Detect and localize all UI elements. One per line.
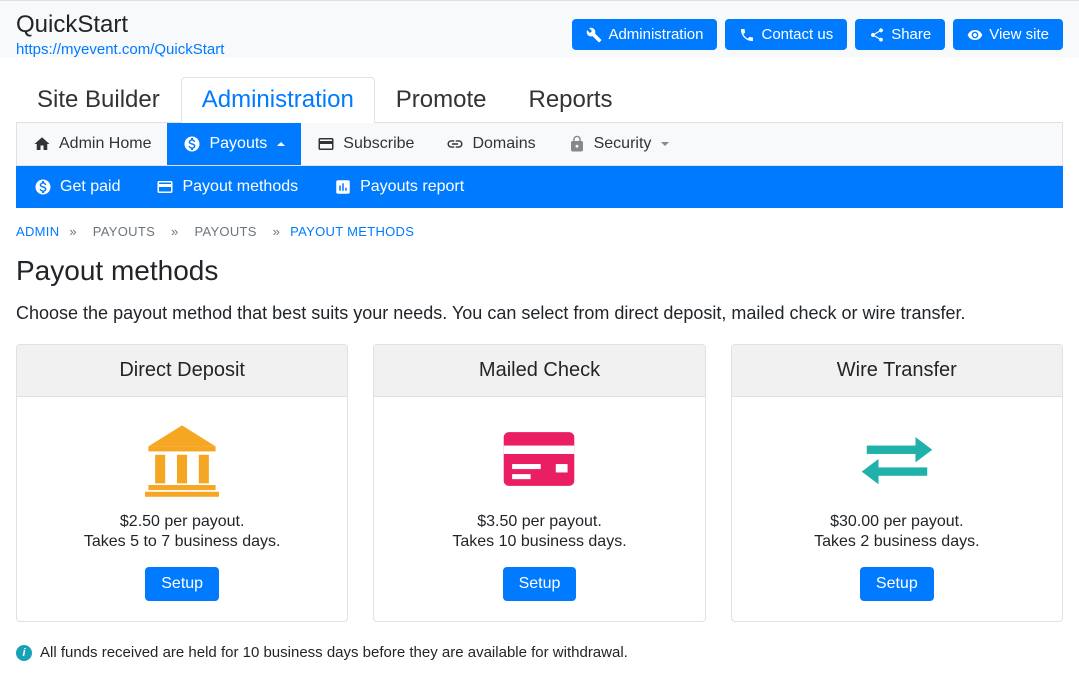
card-icon bbox=[156, 178, 174, 196]
breadcrumb-payouts: PAYOUTS bbox=[93, 224, 155, 239]
share-button[interactable]: Share bbox=[855, 19, 945, 50]
contact-us-button[interactable]: Contact us bbox=[725, 19, 847, 50]
phone-icon bbox=[739, 27, 755, 43]
setup-button-wire-transfer[interactable]: Setup bbox=[860, 567, 934, 601]
subnav-domains[interactable]: Domains bbox=[430, 123, 551, 165]
setup-button-direct-deposit[interactable]: Setup bbox=[145, 567, 219, 601]
ternav-payout-methods[interactable]: Payout methods bbox=[138, 166, 316, 208]
breadcrumb-admin[interactable]: ADMIN bbox=[16, 224, 59, 239]
tab-administration[interactable]: Administration bbox=[181, 77, 375, 123]
eye-icon bbox=[967, 27, 983, 43]
ternav-payouts-report[interactable]: Payouts report bbox=[316, 166, 482, 208]
ternav-get-paid[interactable]: Get paid bbox=[16, 166, 138, 208]
tab-reports[interactable]: Reports bbox=[508, 77, 634, 122]
administration-button[interactable]: Administration bbox=[572, 19, 717, 50]
footer-note-text: All funds received are held for 10 busin… bbox=[40, 644, 628, 661]
card-icon bbox=[317, 135, 335, 153]
card-title: Direct Deposit bbox=[17, 345, 347, 397]
card-timing: Takes 10 business days. bbox=[390, 533, 688, 551]
info-icon: i bbox=[16, 645, 32, 661]
subnav-security[interactable]: Security bbox=[552, 123, 686, 165]
chart-icon bbox=[334, 178, 352, 196]
site-title: QuickStart bbox=[16, 11, 224, 39]
card-price: $2.50 per payout. bbox=[33, 513, 331, 531]
site-url[interactable]: https://myevent.com/QuickStart bbox=[16, 41, 224, 58]
subnav-admin-home[interactable]: Admin Home bbox=[17, 123, 167, 165]
card-timing: Takes 5 to 7 business days. bbox=[33, 533, 331, 551]
wrench-icon bbox=[586, 27, 602, 43]
home-icon bbox=[33, 135, 51, 153]
breadcrumb: ADMIN » PAYOUTS » PAYOUTS » PAYOUT METHO… bbox=[0, 208, 1079, 255]
link-icon bbox=[446, 135, 464, 153]
tab-site-builder[interactable]: Site Builder bbox=[16, 77, 181, 122]
dollar-circle-icon bbox=[183, 135, 201, 153]
breadcrumb-payouts2: PAYOUTS bbox=[194, 224, 256, 239]
caret-down-icon bbox=[661, 142, 669, 146]
breadcrumb-payout-methods[interactable]: PAYOUT METHODS bbox=[290, 224, 414, 239]
lock-icon bbox=[568, 135, 586, 153]
card-direct-deposit: Direct Deposit $2.50 per payout. Takes 5… bbox=[16, 344, 348, 622]
card-title: Mailed Check bbox=[374, 345, 704, 397]
card-wire-transfer: Wire Transfer $30.00 per payout. Takes 2… bbox=[731, 344, 1063, 622]
setup-button-mailed-check[interactable]: Setup bbox=[503, 567, 577, 601]
bank-icon bbox=[140, 421, 224, 497]
subnav-payouts[interactable]: Payouts bbox=[167, 123, 301, 165]
dollar-circle-icon bbox=[34, 178, 52, 196]
transfer-icon bbox=[855, 421, 939, 497]
card-timing: Takes 2 business days. bbox=[748, 533, 1046, 551]
page-description: Choose the payout method that best suits… bbox=[0, 303, 1079, 344]
tab-promote[interactable]: Promote bbox=[375, 77, 508, 122]
card-mailed-check: Mailed Check $3.50 per payout. Takes 10 … bbox=[373, 344, 705, 622]
subnav-subscribe[interactable]: Subscribe bbox=[301, 123, 430, 165]
view-site-button[interactable]: View site bbox=[953, 19, 1063, 50]
card-price: $3.50 per payout. bbox=[390, 513, 688, 531]
share-icon bbox=[869, 27, 885, 43]
page-title: Payout methods bbox=[0, 255, 1079, 303]
card-price: $30.00 per payout. bbox=[748, 513, 1046, 531]
card-title: Wire Transfer bbox=[732, 345, 1062, 397]
check-icon bbox=[497, 421, 581, 497]
caret-up-icon bbox=[277, 142, 285, 146]
